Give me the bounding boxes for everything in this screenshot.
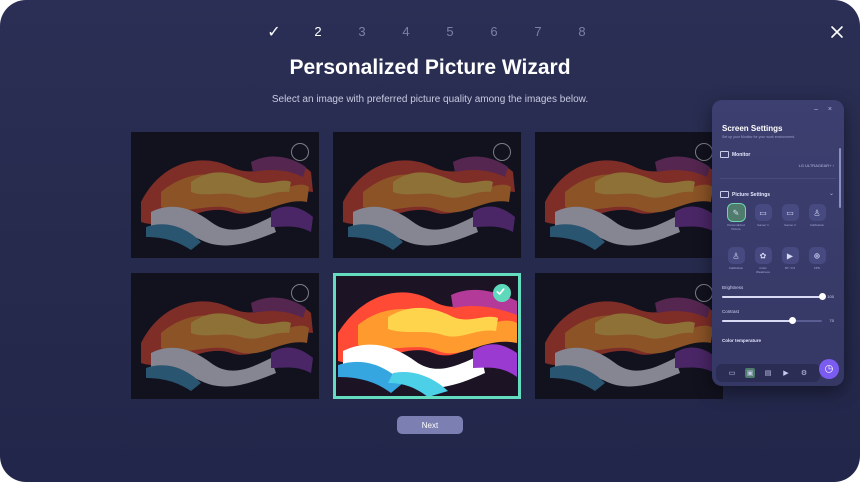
step-8: 8 <box>578 24 586 39</box>
panel-window-controls[interactable]: – × <box>814 106 836 113</box>
image-option-4[interactable] <box>131 273 319 399</box>
mode-label: Gamer 1 <box>757 223 769 227</box>
image-radio-selected[interactable] <box>493 284 511 302</box>
step-5: 5 <box>446 24 454 39</box>
wizard-icon: ✎ <box>732 208 740 217</box>
brightness-slider[interactable] <box>722 293 826 300</box>
mode-label: Calibration <box>728 266 744 270</box>
mode-rts[interactable]: ▶ RT / FS <box>780 247 800 270</box>
contrast-knob[interactable] <box>788 317 796 324</box>
mode-label: RT / FS <box>784 266 796 270</box>
settings-icon: ⚙ <box>800 370 808 377</box>
image-radio[interactable] <box>493 143 511 161</box>
step-6: 6 <box>490 24 498 39</box>
next-button[interactable]: Next <box>397 416 463 434</box>
mode-label: Gamer 2 <box>784 223 796 227</box>
mode-calibration-2[interactable]: ♙ Calibration <box>726 247 746 270</box>
monitor-row[interactable]: Monitor <box>720 151 750 158</box>
media-icon: ▶ <box>783 370 789 377</box>
contrast-value: 70 <box>829 318 834 323</box>
chevron-down-icon[interactable]: ⌄ <box>829 190 834 197</box>
page-title: Personalized Picture Wizard <box>289 56 571 79</box>
step-1-done: ✓ <box>267 24 281 41</box>
monitor-value: LG ULTRAGEAR+ <box>798 163 832 168</box>
image-radio[interactable] <box>695 284 713 302</box>
assistant-icon: ◷ <box>824 363 834 375</box>
panel-scrollbar[interactable] <box>839 148 841 208</box>
mode-label: Personalized Picture <box>727 223 745 231</box>
rts-icon: ▶ <box>786 251 794 260</box>
contrast-label: Contrast <box>722 309 740 314</box>
mode-gamer1[interactable]: ▭ Gamer 1 <box>753 204 773 227</box>
step-4: 4 <box>402 24 410 39</box>
settings-button[interactable]: ⚙ <box>799 368 809 378</box>
calibration-icon: ♙ <box>813 208 821 217</box>
color-temperature-label[interactable]: Color temperature <box>722 338 761 343</box>
close-icon[interactable] <box>830 25 844 39</box>
image-option-2[interactable] <box>333 132 521 258</box>
panel-taskbar: ▭ ▣ ▤ ▶ ⚙ <box>716 364 820 382</box>
display-icon: ▭ <box>728 370 736 377</box>
monitor-icon <box>720 151 729 158</box>
chevron-right-icon: › <box>832 163 834 168</box>
mode-calibration[interactable]: ♙ Calibration <box>807 204 827 227</box>
fps-icon: ⊕ <box>813 251 821 260</box>
brightness-label: Brightness <box>722 285 744 290</box>
screen-split-button[interactable]: ▤ <box>763 368 773 378</box>
gamer1-icon: ▭ <box>759 208 767 217</box>
image-radio[interactable] <box>695 143 713 161</box>
monitor-select[interactable]: LG ULTRAGEAR+ › <box>799 163 834 168</box>
picture-mode-button[interactable]: ▣ <box>745 368 755 378</box>
brightness-knob[interactable] <box>818 293 826 300</box>
contrast-slider[interactable] <box>722 317 822 324</box>
step-2-current: 2 <box>314 24 322 39</box>
calibration2-icon: ♙ <box>732 251 740 260</box>
color-weakness-icon: ✿ <box>759 251 767 260</box>
image-option-5-selected[interactable] <box>333 273 521 399</box>
brightness-fill <box>722 296 822 298</box>
image-option-6[interactable] <box>535 273 723 399</box>
gamer2-icon: ▭ <box>786 208 794 217</box>
divider <box>720 178 836 179</box>
panel-title: Screen Settings <box>722 124 783 133</box>
wizard-window: ✓ 2 3 4 5 6 7 8 Personalized Picture Wiz… <box>0 0 860 482</box>
image-radio[interactable] <box>291 143 309 161</box>
step-3: 3 <box>358 24 366 39</box>
checkmark-icon <box>496 288 505 296</box>
mode-gamer2[interactable]: ▭ Gamer 2 <box>780 204 800 227</box>
assistant-button[interactable]: ◷ <box>819 359 839 379</box>
image-option-3[interactable] <box>535 132 723 258</box>
mode-fps[interactable]: ⊕ FPS <box>807 247 827 270</box>
monitor-label: Monitor <box>732 151 751 158</box>
picture-settings-label: Picture Settings <box>732 191 771 198</box>
step-indicator: ✓ 2 3 4 5 6 7 8 <box>264 24 585 42</box>
picture-icon <box>720 191 729 198</box>
contrast-fill <box>722 320 792 322</box>
display-button[interactable]: ▭ <box>727 368 737 378</box>
mode-personalized-picture[interactable]: ✎ Personalized Picture <box>726 204 746 231</box>
brightness-value: 100 <box>827 294 834 299</box>
mode-label: Color Weakness <box>756 266 770 274</box>
picture-mode-icon: ▣ <box>746 370 754 377</box>
screen-settings-panel: – × Screen Settings Set up your Monitor … <box>712 100 844 386</box>
image-option-1[interactable] <box>131 132 319 258</box>
screen-split-icon: ▤ <box>764 370 772 377</box>
mode-color-weakness[interactable]: ✿ Color Weakness <box>753 247 773 274</box>
panel-subtitle: Set up your Monitor for your work enviro… <box>722 135 795 139</box>
picture-settings-header[interactable]: Picture Settings <box>720 191 770 198</box>
mode-label: FPS <box>814 266 820 270</box>
mode-label: Calibration <box>809 223 825 227</box>
image-radio[interactable] <box>291 284 309 302</box>
step-7: 7 <box>534 24 542 39</box>
media-button[interactable]: ▶ <box>781 368 791 378</box>
